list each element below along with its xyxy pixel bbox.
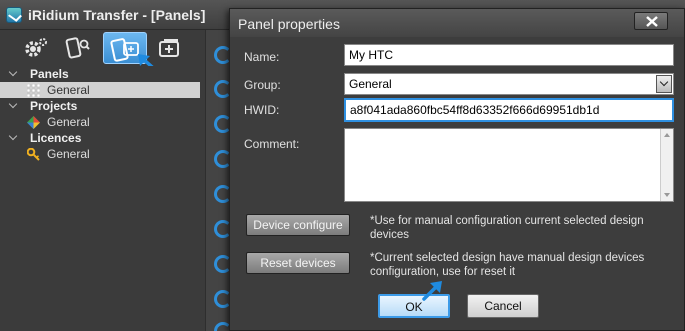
- tree-view: Panels General Projects General Licences…: [0, 66, 205, 331]
- toolbar: [0, 30, 205, 68]
- hwid-label: HWID:: [244, 103, 280, 117]
- reset-devices-button[interactable]: Reset devices: [246, 252, 350, 274]
- comment-scrollbar[interactable]: [660, 129, 673, 201]
- device-configure-button[interactable]: Device configure: [246, 214, 350, 236]
- tree-item-panels-general[interactable]: General: [0, 82, 200, 98]
- tree-group-panels[interactable]: Panels: [0, 66, 200, 82]
- tree-group-label: Projects: [30, 99, 78, 113]
- window-title: iRidium Transfer - [Panels]: [28, 7, 206, 23]
- group-select[interactable]: General: [344, 73, 674, 95]
- tree-item-licences-general[interactable]: General: [0, 146, 200, 162]
- cancel-button[interactable]: Cancel: [467, 294, 539, 318]
- key-icon: [27, 148, 40, 161]
- name-field[interactable]: My HTC: [344, 44, 674, 66]
- device-search-button[interactable]: [60, 32, 94, 64]
- gear-icon: [25, 38, 47, 57]
- tree-item-label: General: [47, 147, 90, 161]
- scroll-up-icon[interactable]: [664, 133, 670, 137]
- group-selected-value: General: [349, 77, 392, 91]
- chevron-down-icon[interactable]: [656, 75, 672, 93]
- tree-item-label: General: [47, 115, 90, 129]
- name-label: Name:: [244, 50, 280, 64]
- tree-item-label: General: [47, 83, 90, 97]
- app-logo-icon: [6, 7, 22, 23]
- tree-group-projects[interactable]: Projects: [0, 98, 200, 114]
- grid-icon: [27, 84, 40, 97]
- tree-group-label: Panels: [30, 67, 69, 81]
- device-configure-note: *Use for manual configuration current se…: [370, 215, 644, 241]
- tree-group-licences[interactable]: Licences: [0, 130, 200, 146]
- project-icon: [27, 116, 40, 129]
- comment-label: Comment:: [244, 137, 300, 151]
- chevron-down-icon[interactable]: [8, 99, 18, 109]
- scroll-down-icon[interactable]: [664, 193, 670, 197]
- tree-item-projects-general[interactable]: General: [0, 114, 200, 130]
- settings-button[interactable]: [18, 32, 52, 64]
- close-button[interactable]: [634, 12, 668, 30]
- hwid-field[interactable]: a8f041ada860fbc54ff8d63352f666d69951db1d: [344, 98, 674, 122]
- pointer-arrow-icon: [422, 281, 442, 301]
- device-search-icon: [65, 37, 90, 59]
- tree-group-label: Licences: [30, 131, 82, 145]
- comment-textarea[interactable]: [344, 128, 674, 202]
- chevron-down-icon[interactable]: [8, 67, 18, 77]
- dialog-title: Panel properties: [238, 16, 340, 32]
- panel-properties-dialog: Panel properties Name: My HTC Group: Gen…: [229, 8, 685, 331]
- chevron-down-icon[interactable]: [8, 131, 18, 141]
- dialog-titlebar[interactable]: Panel properties: [230, 9, 684, 37]
- close-icon: [646, 16, 658, 27]
- group-label: Group:: [244, 78, 281, 92]
- reset-devices-note: *Current selected design have manual des…: [370, 252, 645, 278]
